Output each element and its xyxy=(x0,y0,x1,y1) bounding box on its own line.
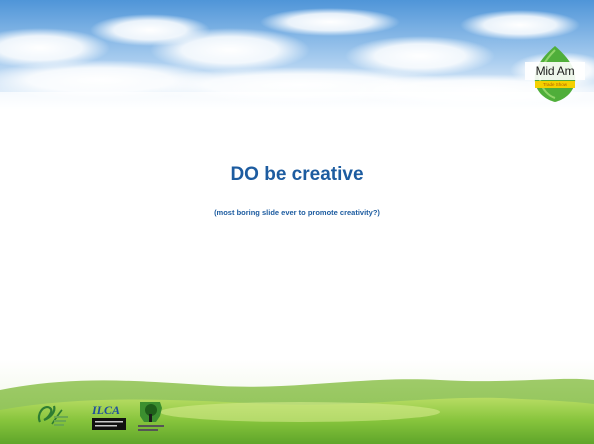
tree-map-logo-icon xyxy=(138,402,164,431)
slide-subtitle: (most boring slide ever to promote creat… xyxy=(214,208,380,217)
slide-title: DO be creative xyxy=(230,164,364,185)
svg-text:ILCA: ILCA xyxy=(91,403,120,417)
sky-graphic xyxy=(0,0,594,110)
logo-tagline: Trade Show xyxy=(542,82,568,87)
slide: Mid Am Trade Show DO be creative (most b… xyxy=(0,0,594,444)
gardens-script-logo-icon xyxy=(37,405,68,426)
logo-name: Mid Am xyxy=(535,64,575,78)
ilca-logo-icon: ILCA xyxy=(91,403,126,430)
sky-banner xyxy=(0,0,594,110)
sponsor-logos: ILCA xyxy=(34,398,194,434)
mid-am-logo: Mid Am Trade Show xyxy=(521,44,589,104)
